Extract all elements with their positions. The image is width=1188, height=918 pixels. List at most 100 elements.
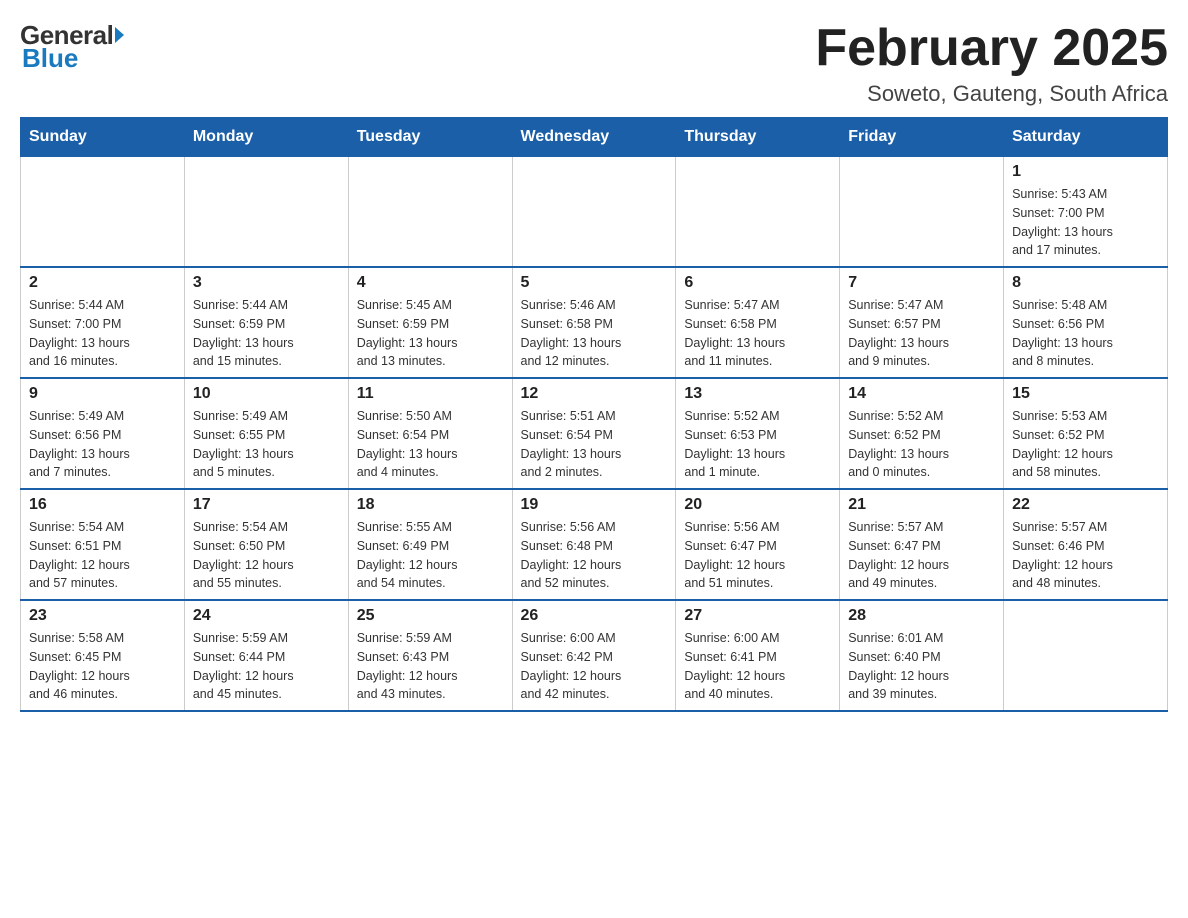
calendar-week-row: 9Sunrise: 5:49 AMSunset: 6:56 PMDaylight…: [21, 378, 1168, 489]
day-info: Sunrise: 5:50 AMSunset: 6:54 PMDaylight:…: [357, 407, 504, 482]
day-number: 17: [193, 496, 340, 514]
table-row: 28 Sunrise: 6:01 AMSunset: 6:40 PMDayligh…: [840, 600, 1004, 711]
table-row: 3 Sunrise: 5:44 AMSunset: 6:59 PMDaylight…: [184, 267, 348, 378]
title-block: February 2025 Soweto, Gauteng, South Afr…: [815, 20, 1168, 107]
day-info: Sunrise: 5:54 AMSunset: 6:51 PMDaylight:…: [29, 518, 176, 593]
day-info: Sunrise: 6:00 AMSunset: 6:41 PMDaylight:…: [684, 629, 831, 704]
table-row: 18 Sunrise: 5:55 AMSunset: 6:49 PMDayligh…: [348, 489, 512, 600]
day-number: 3: [193, 274, 340, 292]
table-row: 12 Sunrise: 5:51 AMSunset: 6:54 PMDayligh…: [512, 378, 676, 489]
table-row: 9Sunrise: 5:49 AMSunset: 6:56 PMDaylight…: [21, 378, 185, 489]
day-number: 2: [29, 274, 176, 292]
day-number: 19: [521, 496, 668, 514]
day-info: Sunrise: 5:44 AMSunset: 7:00 PMDaylight:…: [29, 296, 176, 371]
day-info: Sunrise: 5:52 AMSunset: 6:53 PMDaylight:…: [684, 407, 831, 482]
day-number: 5: [521, 274, 668, 292]
day-number: 13: [684, 385, 831, 403]
day-info: Sunrise: 5:48 AMSunset: 6:56 PMDaylight:…: [1012, 296, 1159, 371]
day-info: Sunrise: 5:53 AMSunset: 6:52 PMDaylight:…: [1012, 407, 1159, 482]
table-row: 2 Sunrise: 5:44 AMSunset: 7:00 PMDaylight…: [21, 267, 185, 378]
calendar-header-row: Sunday Monday Tuesday Wednesday Thursday…: [21, 118, 1168, 157]
day-number: 27: [684, 607, 831, 625]
day-info: Sunrise: 6:01 AMSunset: 6:40 PMDaylight:…: [848, 629, 995, 704]
day-number: 10: [193, 385, 340, 403]
day-info: Sunrise: 5:57 AMSunset: 6:46 PMDaylight:…: [1012, 518, 1159, 593]
table-row: [1004, 600, 1168, 711]
calendar-week-row: 2 Sunrise: 5:44 AMSunset: 7:00 PMDaylight…: [21, 267, 1168, 378]
table-row: 16 Sunrise: 5:54 AMSunset: 6:51 PMDayligh…: [21, 489, 185, 600]
calendar-table: Sunday Monday Tuesday Wednesday Thursday…: [20, 117, 1168, 712]
table-row: 14 Sunrise: 5:52 AMSunset: 6:52 PMDayligh…: [840, 378, 1004, 489]
day-number: 16: [29, 496, 176, 514]
table-row: 8 Sunrise: 5:48 AMSunset: 6:56 PMDaylight…: [1004, 267, 1168, 378]
table-row: 10 Sunrise: 5:49 AMSunset: 6:55 PMDayligh…: [184, 378, 348, 489]
day-number: 28: [848, 607, 995, 625]
table-row: 11 Sunrise: 5:50 AMSunset: 6:54 PMDayligh…: [348, 378, 512, 489]
day-number: 6: [684, 274, 831, 292]
day-number: 1: [1012, 163, 1159, 181]
table-row: 21 Sunrise: 5:57 AMSunset: 6:47 PMDayligh…: [840, 489, 1004, 600]
col-thursday: Thursday: [676, 118, 840, 157]
day-info: Sunrise: 5:49 AMSunset: 6:56 PMDaylight:…: [29, 407, 176, 482]
day-number: 11: [357, 385, 504, 403]
table-row: [184, 157, 348, 268]
col-sunday: Sunday: [21, 118, 185, 157]
day-number: 20: [684, 496, 831, 514]
day-info: Sunrise: 5:56 AMSunset: 6:48 PMDaylight:…: [521, 518, 668, 593]
day-info: Sunrise: 5:57 AMSunset: 6:47 PMDaylight:…: [848, 518, 995, 593]
location-title: Soweto, Gauteng, South Africa: [815, 81, 1168, 107]
day-info: Sunrise: 6:00 AMSunset: 6:42 PMDaylight:…: [521, 629, 668, 704]
logo-blue-text: Blue: [20, 43, 78, 74]
day-info: Sunrise: 5:43 AMSunset: 7:00 PMDaylight:…: [1012, 185, 1159, 260]
table-row: 19 Sunrise: 5:56 AMSunset: 6:48 PMDayligh…: [512, 489, 676, 600]
table-row: 26Sunrise: 6:00 AMSunset: 6:42 PMDayligh…: [512, 600, 676, 711]
day-info: Sunrise: 5:47 AMSunset: 6:58 PMDaylight:…: [684, 296, 831, 371]
table-row: 7 Sunrise: 5:47 AMSunset: 6:57 PMDaylight…: [840, 267, 1004, 378]
col-friday: Friday: [840, 118, 1004, 157]
day-info: Sunrise: 5:45 AMSunset: 6:59 PMDaylight:…: [357, 296, 504, 371]
col-wednesday: Wednesday: [512, 118, 676, 157]
day-info: Sunrise: 5:44 AMSunset: 6:59 PMDaylight:…: [193, 296, 340, 371]
col-tuesday: Tuesday: [348, 118, 512, 157]
page-header: General Blue February 2025 Soweto, Gaute…: [20, 20, 1168, 107]
table-row: [21, 157, 185, 268]
col-monday: Monday: [184, 118, 348, 157]
table-row: 24Sunrise: 5:59 AMSunset: 6:44 PMDayligh…: [184, 600, 348, 711]
calendar-week-row: 16 Sunrise: 5:54 AMSunset: 6:51 PMDayligh…: [21, 489, 1168, 600]
day-info: Sunrise: 5:47 AMSunset: 6:57 PMDaylight:…: [848, 296, 995, 371]
table-row: 17 Sunrise: 5:54 AMSunset: 6:50 PMDayligh…: [184, 489, 348, 600]
day-info: Sunrise: 5:49 AMSunset: 6:55 PMDaylight:…: [193, 407, 340, 482]
day-number: 12: [521, 385, 668, 403]
day-number: 25: [357, 607, 504, 625]
day-info: Sunrise: 5:54 AMSunset: 6:50 PMDaylight:…: [193, 518, 340, 593]
table-row: 1 Sunrise: 5:43 AMSunset: 7:00 PMDaylight…: [1004, 157, 1168, 268]
table-row: 13 Sunrise: 5:52 AMSunset: 6:53 PMDayligh…: [676, 378, 840, 489]
day-number: 18: [357, 496, 504, 514]
calendar-week-row: 1 Sunrise: 5:43 AMSunset: 7:00 PMDaylight…: [21, 157, 1168, 268]
table-row: [512, 157, 676, 268]
day-number: 8: [1012, 274, 1159, 292]
day-number: 21: [848, 496, 995, 514]
day-number: 22: [1012, 496, 1159, 514]
day-info: Sunrise: 5:46 AMSunset: 6:58 PMDaylight:…: [521, 296, 668, 371]
table-row: [840, 157, 1004, 268]
month-title: February 2025: [815, 20, 1168, 77]
day-number: 23: [29, 607, 176, 625]
day-number: 15: [1012, 385, 1159, 403]
day-info: Sunrise: 5:59 AMSunset: 6:44 PMDaylight:…: [193, 629, 340, 704]
day-info: Sunrise: 5:55 AMSunset: 6:49 PMDaylight:…: [357, 518, 504, 593]
day-info: Sunrise: 5:56 AMSunset: 6:47 PMDaylight:…: [684, 518, 831, 593]
table-row: [348, 157, 512, 268]
day-number: 14: [848, 385, 995, 403]
table-row: [676, 157, 840, 268]
day-number: 4: [357, 274, 504, 292]
day-number: 7: [848, 274, 995, 292]
table-row: 27 Sunrise: 6:00 AMSunset: 6:41 PMDayligh…: [676, 600, 840, 711]
col-saturday: Saturday: [1004, 118, 1168, 157]
day-info: Sunrise: 5:59 AMSunset: 6:43 PMDaylight:…: [357, 629, 504, 704]
day-info: Sunrise: 5:52 AMSunset: 6:52 PMDaylight:…: [848, 407, 995, 482]
table-row: 4 Sunrise: 5:45 AMSunset: 6:59 PMDaylight…: [348, 267, 512, 378]
logo: General Blue: [20, 20, 124, 74]
table-row: 25 Sunrise: 5:59 AMSunset: 6:43 PMDayligh…: [348, 600, 512, 711]
day-info: Sunrise: 5:51 AMSunset: 6:54 PMDaylight:…: [521, 407, 668, 482]
